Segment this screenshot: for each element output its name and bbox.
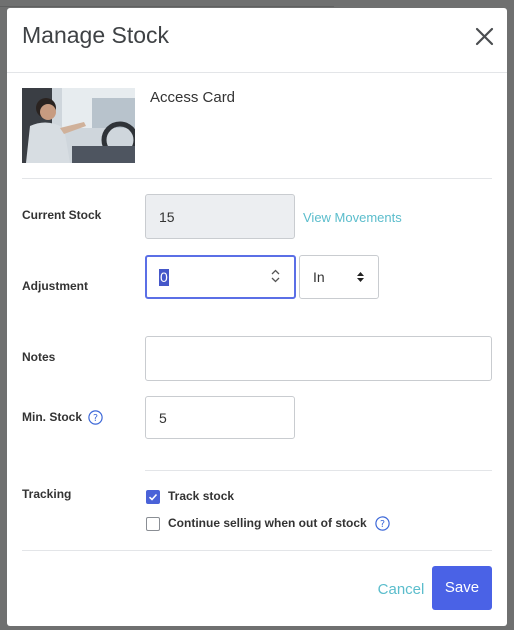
question-circle-icon[interactable]: ? bbox=[88, 410, 103, 425]
svg-text:?: ? bbox=[380, 519, 385, 530]
divider bbox=[145, 470, 492, 471]
save-button[interactable]: Save bbox=[432, 566, 492, 610]
min-stock-label: Min. Stock bbox=[22, 410, 83, 424]
adjustment-value: 0 bbox=[159, 268, 169, 286]
notes-input[interactable] bbox=[145, 336, 492, 381]
track-stock-checkbox[interactable] bbox=[146, 490, 160, 504]
min-stock-input[interactable]: 5 bbox=[145, 396, 295, 439]
modal-header: Manage Stock bbox=[7, 8, 507, 73]
track-stock-label[interactable]: Track stock bbox=[168, 489, 234, 503]
manage-stock-modal: Manage Stock Access Card Current Stock 1… bbox=[7, 8, 507, 626]
select-arrows-icon bbox=[357, 272, 364, 282]
number-spinner-icon[interactable] bbox=[271, 269, 280, 283]
cancel-button[interactable]: Cancel bbox=[371, 577, 431, 603]
adjustment-direction-value: In bbox=[313, 269, 325, 285]
view-movements-link[interactable]: View Movements bbox=[303, 210, 402, 225]
adjustment-input[interactable]: 0 bbox=[145, 255, 296, 299]
product-name: Access Card bbox=[150, 89, 236, 106]
close-button[interactable] bbox=[470, 22, 500, 52]
divider bbox=[22, 178, 492, 179]
notes-label: Notes bbox=[22, 350, 56, 364]
svg-text:?: ? bbox=[93, 413, 98, 424]
question-circle-icon[interactable]: ? bbox=[375, 516, 390, 531]
continue-selling-checkbox[interactable] bbox=[146, 517, 160, 531]
adjustment-direction-select[interactable]: In bbox=[299, 255, 379, 299]
divider bbox=[22, 550, 492, 551]
min-stock-value: 5 bbox=[159, 409, 167, 426]
product-thumbnail bbox=[22, 88, 135, 163]
backdrop-line bbox=[0, 6, 334, 7]
current-stock-label: Current Stock bbox=[22, 208, 102, 222]
checkmark-icon bbox=[148, 493, 158, 501]
tracking-label: Tracking bbox=[22, 487, 72, 501]
continue-selling-label[interactable]: Continue selling when out of stock bbox=[168, 516, 367, 530]
adjustment-label: Adjustment bbox=[22, 279, 88, 293]
current-stock-field: 15 bbox=[145, 194, 295, 239]
current-stock-value: 15 bbox=[159, 208, 175, 225]
close-icon bbox=[475, 27, 494, 46]
modal-title: Manage Stock bbox=[22, 22, 170, 48]
